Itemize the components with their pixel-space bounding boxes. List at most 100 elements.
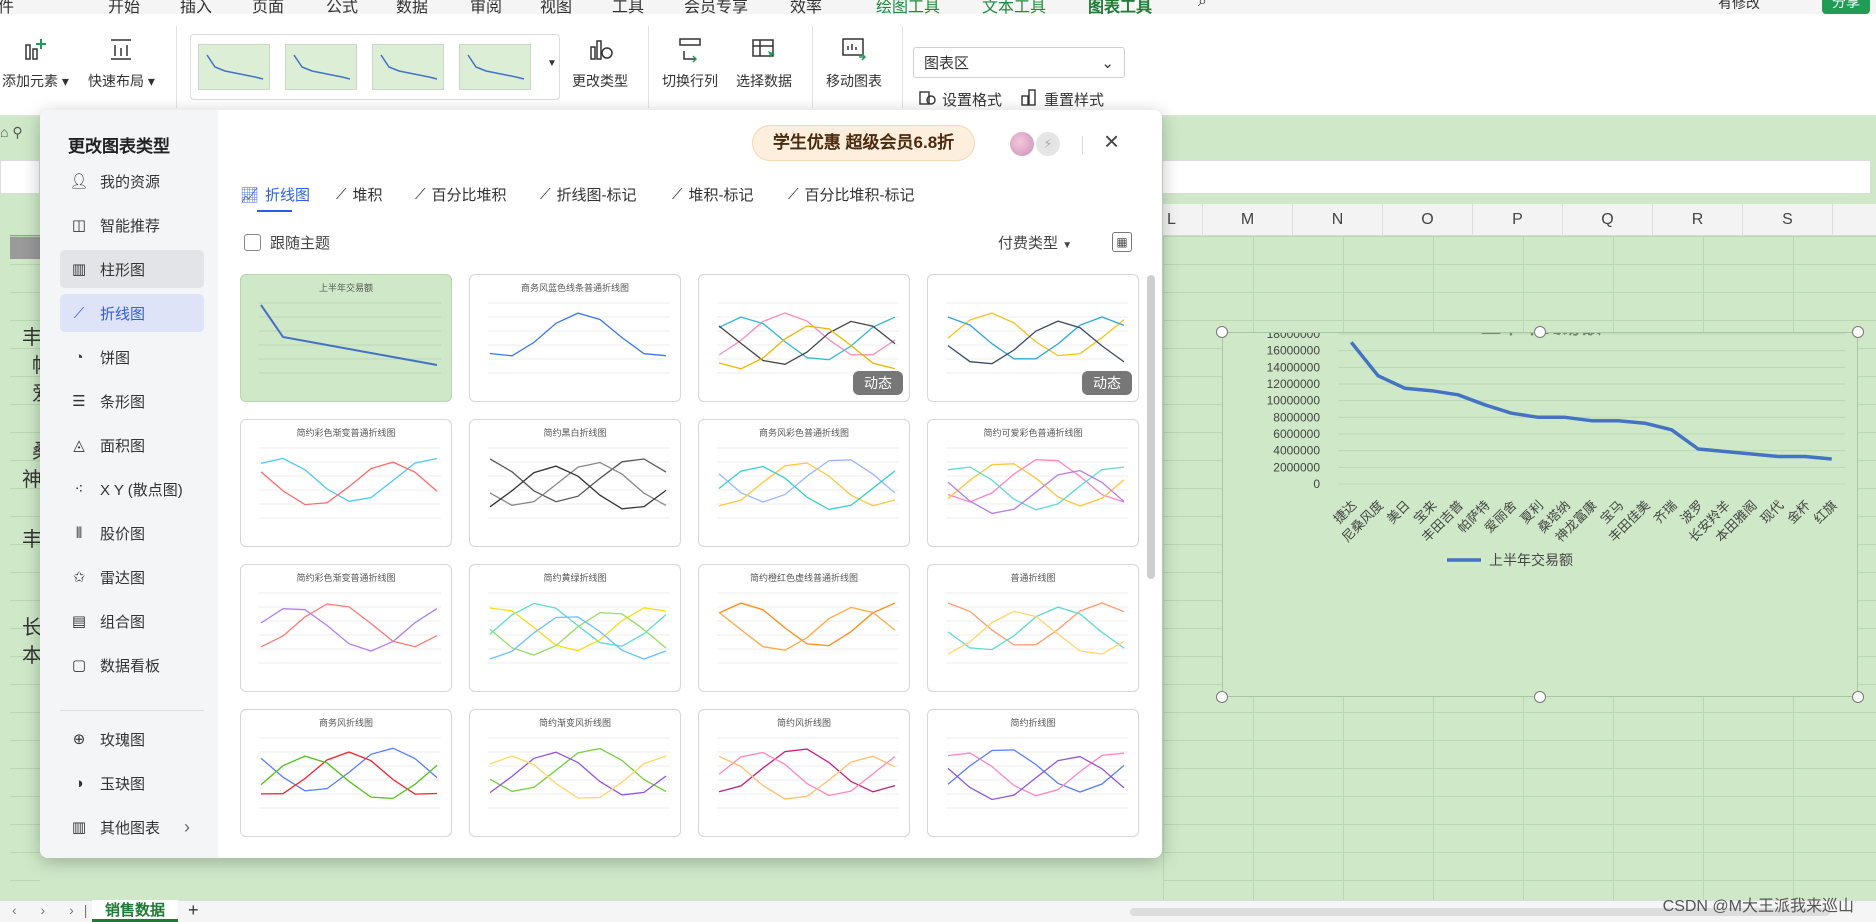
checkbox-box[interactable]	[244, 234, 261, 251]
formula-bar[interactable]	[1163, 160, 1871, 194]
sidebar-item-ring-chart[interactable]: ◑ 玉玦图	[60, 764, 204, 802]
close-icon[interactable]: ×	[1104, 126, 1119, 156]
resize-handle[interactable]	[1216, 326, 1228, 338]
pay-type-dropdown[interactable]: 付费类型 ▼	[998, 232, 1072, 253]
column-header-s[interactable]: S	[1743, 204, 1833, 236]
avatar[interactable]	[1010, 132, 1034, 156]
add-sheet-icon[interactable]: +	[188, 900, 199, 921]
chart-template-card[interactable]: 简约风折线图	[698, 709, 910, 837]
menu-tab-tools[interactable]: 工具	[612, 0, 644, 14]
menu-tab-formula[interactable]: 公式	[326, 0, 358, 14]
sidebar-item-line-chart[interactable]: ⟋ 折线图	[60, 294, 204, 332]
chart-template-card[interactable]: 简约黑白折线图	[469, 419, 681, 547]
menu-tab-file[interactable]: 文件	[0, 0, 14, 14]
change-type-button[interactable]: 更改类型	[572, 34, 628, 91]
column-header-p[interactable]: P	[1473, 204, 1563, 236]
chart-style-thumb-1[interactable]	[198, 44, 270, 90]
dialog-sidebar: 更改图表类型 👤︎ 我的资源 ◫ 智能推荐 ▥ 柱形图 ⟋ 折线图 ◔ 饼图 ☰ 条形图 ◬ 面积图 ⁖ X …	[40, 110, 218, 858]
sidebar-item-combo-chart[interactable]: ▤ 组合图	[60, 602, 204, 640]
chart-template-card[interactable]: 简约彩色渐变普通折线图	[240, 419, 452, 547]
privacy-label[interactable]: 有修改	[1718, 0, 1760, 13]
quick-layout-button[interactable]: 快速布局 ▾	[88, 34, 155, 91]
menu-tab-chart-tools[interactable]: 图表工具	[1088, 0, 1152, 14]
chart-style-thumb-2[interactable]	[285, 44, 357, 90]
select-data-button[interactable]: 选择数据	[736, 34, 792, 91]
subtab-percent-stacked[interactable]: ⟋ 百分比堆积	[415, 184, 507, 205]
subtab-line-marker[interactable]: ⟋ 折线图-标记	[540, 184, 637, 205]
switch-row-col-button[interactable]: 切换行列	[662, 34, 718, 91]
chart-template-card[interactable]: 动态	[698, 274, 910, 402]
member-icon[interactable]: ⚡	[1036, 132, 1060, 156]
sidebar-item-pie-chart[interactable]: ◔ 饼图	[60, 338, 204, 376]
search-icon[interactable]: ⌕	[1198, 0, 1207, 11]
embedded-line-chart[interactable]: 上半年交易额 0 2000000 4000000 6000000 8000000 10000…	[1222, 314, 1858, 697]
formula-bar-left[interactable]	[0, 160, 40, 194]
sheet-tab-sales[interactable]: 销售数据	[92, 900, 178, 922]
resize-handle[interactable]	[1534, 326, 1546, 338]
sidebar-item-other-charts[interactable]: ▥ 其他图表 ›	[60, 808, 204, 846]
chart-template-card[interactable]: 商务风彩色普通折线图	[698, 419, 910, 547]
menu-tab-drawing-tools[interactable]: 绘图工具	[876, 0, 940, 14]
menu-tab-data[interactable]: 数据	[396, 0, 428, 14]
sidebar-item-dashboard[interactable]: ▢ 数据看板	[60, 646, 204, 684]
resize-handle[interactable]	[1852, 326, 1864, 338]
menu-tab-member[interactable]: 会员专享	[684, 0, 748, 14]
dialog-scrollbar[interactable]	[1147, 275, 1155, 579]
chart-template-card[interactable]: 上半年交易额	[240, 274, 452, 402]
chart-template-card[interactable]: 简约黄绿折线图	[469, 564, 681, 692]
menu-tab-page[interactable]: 页面	[252, 0, 284, 14]
chart-template-card[interactable]: 简约彩色渐变普通折线图	[240, 564, 452, 692]
chart-template-card[interactable]: 普通折线图	[927, 564, 1139, 692]
subtab-percent-stacked-marker[interactable]: ⟋ 百分比堆积-标记	[788, 184, 915, 205]
sheet-toolbar-icons[interactable]: ⌂ ⚲	[0, 124, 40, 148]
resize-handle[interactable]	[1534, 691, 1546, 703]
menu-tab-efficiency[interactable]: 效率	[790, 0, 822, 14]
follow-theme-checkbox[interactable]: 跟随主题	[244, 232, 330, 253]
menu-tab-insert[interactable]: 插入	[180, 0, 212, 14]
sidebar-item-stock-chart[interactable]: ⫴ 股价图	[60, 514, 204, 552]
chart-template-card[interactable]: 商务风折线图	[240, 709, 452, 837]
menu-tab-view[interactable]: 视图	[540, 0, 572, 14]
chart-template-card[interactable]: 简约折线图	[927, 709, 1139, 837]
chart-template-card[interactable]: 商务风蓝色线条普通折线图	[469, 274, 681, 402]
chart-template-card[interactable]: 简约橙红色虚线普通折线图	[698, 564, 910, 692]
sheet-nav-arrows[interactable]: ‹ › ›|	[12, 902, 97, 918]
grid-view-icon[interactable]: ▦	[1112, 232, 1132, 252]
column-header-r[interactable]: R	[1653, 204, 1743, 236]
sidebar-item-scatter-chart[interactable]: ⁖ X Y (散点图)	[60, 470, 204, 508]
column-header-m[interactable]: M	[1203, 204, 1293, 236]
add-element-button[interactable]: 添加元素 ▾	[2, 34, 69, 91]
column-header-o[interactable]: O	[1383, 204, 1473, 236]
sidebar-item-rose-chart[interactable]: ⊕ 玫瑰图	[60, 720, 204, 758]
menu-tab-text-tools[interactable]: 文本工具	[982, 0, 1046, 14]
chart-area-dropdown[interactable]: 图表区 ⌄	[913, 47, 1125, 78]
subtab-stacked[interactable]: ⟋ 堆积	[336, 184, 383, 205]
chart-template-card[interactable]: 简约可爱彩色普通折线图	[927, 419, 1139, 547]
chart-template-card[interactable]: 动态	[927, 274, 1139, 402]
area-chart-icon: ◬	[73, 437, 85, 454]
sidebar-item-smart-recommend[interactable]: ◫ 智能推荐	[60, 206, 204, 244]
chart-style-thumb-4[interactable]	[459, 44, 531, 90]
chart-template-card[interactable]: 简约渐变风折线图	[469, 709, 681, 837]
chart-style-thumb-3[interactable]	[372, 44, 444, 90]
subtab-line[interactable]: 📈︎ 折线图	[240, 184, 310, 205]
sidebar-item-column-chart[interactable]: ▥ 柱形图	[60, 250, 204, 288]
column-header-n[interactable]: N	[1293, 204, 1383, 236]
promo-badge[interactable]: 学生优惠 超级会员6.8折	[752, 125, 975, 161]
gallery-expand-icon[interactable]: ▼	[547, 58, 557, 69]
move-chart-button[interactable]: 移动图表	[826, 34, 882, 91]
column-header-q[interactable]: Q	[1563, 204, 1653, 236]
resize-handle[interactable]	[1852, 691, 1864, 703]
set-format-button[interactable]: 设置格式	[918, 88, 1002, 110]
resize-handle[interactable]	[1216, 691, 1228, 703]
scatter-chart-icon: ⁖	[74, 481, 84, 498]
sidebar-item-my-resources[interactable]: 👤︎ 我的资源	[60, 162, 204, 200]
subtab-stacked-marker[interactable]: ⟋ 堆积-标记	[672, 184, 754, 205]
menu-tab-home[interactable]: 开始	[108, 0, 140, 14]
share-button[interactable]: 分享	[1822, 0, 1870, 14]
sidebar-item-radar-chart[interactable]: ✩ 雷达图	[60, 558, 204, 596]
sidebar-item-area-chart[interactable]: ◬ 面积图	[60, 426, 204, 464]
reset-style-button[interactable]: 重置样式	[1020, 88, 1104, 110]
menu-tab-review[interactable]: 审阅	[470, 0, 502, 14]
sidebar-item-bar-chart[interactable]: ☰ 条形图	[60, 382, 204, 420]
